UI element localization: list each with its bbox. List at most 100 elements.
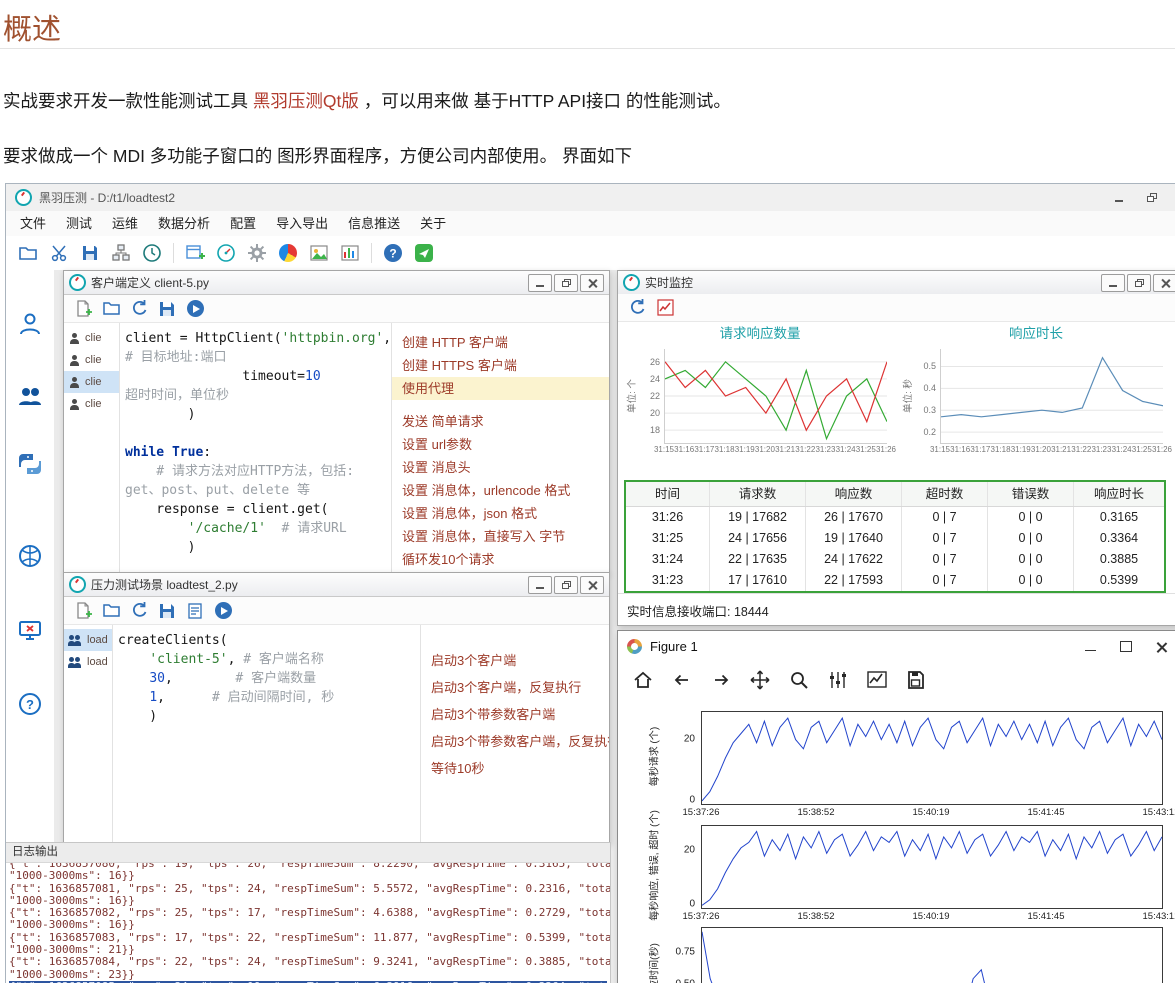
- client-define-button[interactable]: [15, 310, 45, 338]
- pan-button[interactable]: [747, 667, 773, 693]
- menu-item[interactable]: 测试: [56, 211, 102, 236]
- snippet-link[interactable]: 等待10秒: [421, 755, 609, 782]
- cut-button[interactable]: [47, 241, 71, 265]
- reload-button[interactable]: [129, 299, 149, 319]
- table-row[interactable]: 31:24 22 | 17635 24 | 17622 0 | 70 | 0 0.388…: [626, 549, 1164, 570]
- new-file-button[interactable]: [73, 601, 93, 621]
- open-file-button[interactable]: [101, 601, 121, 621]
- save-button[interactable]: [78, 241, 102, 265]
- log-output[interactable]: {"t": 1636857080, "rps": 19, "tps": 26, …: [6, 863, 610, 983]
- open-file-button[interactable]: [101, 299, 121, 319]
- window-title-bar[interactable]: 客户端定义 client-5.py: [64, 271, 609, 295]
- window-title-bar[interactable]: 实时监控: [618, 271, 1175, 295]
- menu-item[interactable]: 关于: [410, 211, 456, 236]
- snippet-link[interactable]: 使用代理: [392, 377, 609, 400]
- new-window-button[interactable]: [183, 241, 207, 265]
- save-figure-button[interactable]: [903, 667, 929, 693]
- menu-item[interactable]: 信息推送: [338, 211, 410, 236]
- snippet-link[interactable]: 创建 HTTP 客户端: [392, 331, 609, 354]
- menu-item[interactable]: 配置: [220, 211, 266, 236]
- client-code-editor[interactable]: client = HttpClient('httpbin.org', # 目标地址…: [120, 323, 391, 573]
- performance-button[interactable]: [214, 241, 238, 265]
- snippet-link[interactable]: 发送 简单请求: [392, 410, 609, 433]
- new-file-button[interactable]: [73, 299, 93, 319]
- menu-item[interactable]: 运维: [102, 211, 148, 236]
- reload-button[interactable]: [129, 601, 149, 621]
- snippet-link[interactable]: 设置 消息头: [392, 456, 609, 479]
- menu-item[interactable]: 导入导出: [266, 211, 338, 236]
- form-view-button[interactable]: [185, 601, 205, 621]
- snippet-link[interactable]: 设置 消息体，urlencode 格式: [392, 479, 609, 502]
- api-button[interactable]: [245, 241, 269, 265]
- tool-link[interactable]: 黑羽压测Qt版: [253, 91, 359, 111]
- back-button[interactable]: [669, 667, 695, 693]
- code-line: timeout=10: [125, 369, 321, 384]
- snippet-link[interactable]: 设置 消息体，json 格式: [392, 502, 609, 525]
- open-folder-button[interactable]: [16, 241, 40, 265]
- snippet-link[interactable]: 创建 HTTPS 客户端: [392, 354, 609, 377]
- snippet-link[interactable]: 启动3个带参数客户端: [421, 701, 609, 728]
- layout-button[interactable]: [109, 241, 133, 265]
- minimize-button[interactable]: [1101, 273, 1125, 292]
- message-push-button[interactable]: [412, 241, 436, 265]
- restore-button[interactable]: [554, 575, 578, 594]
- menu-item[interactable]: 数据分析: [148, 211, 220, 236]
- save-file-button[interactable]: [157, 299, 177, 319]
- figure-canvas[interactable]: 每秒请求 (个) 0 20 15:37:26 15:38:52 15:40:19 15:…: [618, 699, 1175, 983]
- sidebar-help-button[interactable]: ?: [15, 690, 45, 718]
- chart-export-button[interactable]: [338, 241, 362, 265]
- remote-screen-button[interactable]: [15, 616, 45, 644]
- customize-button[interactable]: [864, 667, 890, 693]
- log-line[interactable]: "1000-3000ms": 16}}: [9, 919, 607, 932]
- close-icon[interactable]: [1156, 641, 1167, 652]
- snippet-link[interactable]: 启动3个带参数客户端，反复执行: [421, 728, 609, 755]
- run-scenario-button[interactable]: [213, 601, 233, 621]
- zoom-button[interactable]: [786, 667, 812, 693]
- window-title-bar[interactable]: 压力测试场景 loadtest_2.py: [64, 573, 609, 597]
- help-button[interactable]: ?: [381, 241, 405, 265]
- log-line[interactable]: {"t": 1636857084, "rps": 22, "tps": 24, …: [9, 956, 610, 969]
- minimize-button[interactable]: [528, 575, 552, 594]
- close-button[interactable]: [1153, 273, 1175, 292]
- forward-button[interactable]: [708, 667, 734, 693]
- snippet-link[interactable]: 启动3个客户端，反复执行: [421, 674, 609, 701]
- python-button[interactable]: [15, 450, 45, 478]
- client-file-item[interactable]: clie: [64, 327, 119, 349]
- minimize-icon[interactable]: [1085, 642, 1096, 651]
- log-line[interactable]: "1000-3000ms": 16}}: [9, 869, 607, 882]
- menu-item[interactable]: 文件: [10, 211, 56, 236]
- maximize-icon[interactable]: [1120, 640, 1132, 652]
- snippet-link[interactable]: 设置 url参数: [392, 433, 609, 456]
- snippet-link[interactable]: 设置 消息体，直接写入 字节: [392, 525, 609, 548]
- scenario-button[interactable]: [15, 382, 45, 410]
- scenario-file-item[interactable]: load: [64, 629, 112, 651]
- restore-button[interactable]: [554, 273, 578, 292]
- scenario-file-item[interactable]: load: [64, 651, 112, 673]
- save-file-button[interactable]: [157, 601, 177, 621]
- client-editor-window: 客户端定义 client-5.py clie clie clie clie clien…: [63, 270, 610, 574]
- close-button[interactable]: [580, 273, 604, 292]
- subplots-button[interactable]: [825, 667, 851, 693]
- timer-button[interactable]: [140, 241, 164, 265]
- image-button[interactable]: [307, 241, 331, 265]
- table-row[interactable]: 31:25 24 | 17656 19 | 17640 0 | 70 | 0 0.336…: [626, 528, 1164, 549]
- chart-view-button[interactable]: [655, 298, 675, 318]
- close-button[interactable]: [580, 575, 604, 594]
- snippet-link[interactable]: 循环发10个请求: [392, 548, 609, 571]
- log-dock-title[interactable]: 日志输出: [6, 843, 610, 863]
- monitor-dashboard-button[interactable]: [15, 542, 45, 570]
- table-row[interactable]: 31:23 17 | 17610 22 | 17593 0 | 70 | 0 0.539…: [626, 570, 1164, 591]
- client-file-item[interactable]: clie: [64, 349, 119, 371]
- figure-title-bar[interactable]: Figure 1: [618, 631, 1175, 662]
- scenario-code-editor[interactable]: createClients( 'client-5', # 客户端名称 30, #…: [113, 625, 420, 843]
- pie-chart-button[interactable]: [276, 241, 300, 265]
- client-file-item[interactable]: clie: [64, 393, 119, 415]
- run-client-button[interactable]: [185, 299, 205, 319]
- minimize-button[interactable]: [528, 273, 552, 292]
- client-file-item[interactable]: clie: [64, 371, 119, 393]
- maximize-icon[interactable]: [1147, 193, 1157, 202]
- snippet-link[interactable]: 启动3个客户端: [421, 647, 609, 674]
- table-row[interactable]: 31:26 19 | 17682 26 | 17670 0 | 70 | 0 0.316…: [626, 507, 1164, 528]
- restore-button[interactable]: [1127, 273, 1151, 292]
- minimize-icon[interactable]: [1115, 193, 1123, 202]
